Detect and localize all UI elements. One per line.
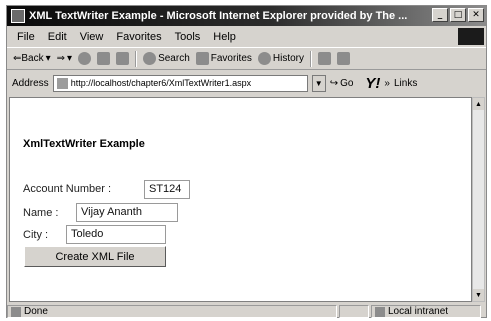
menu-help[interactable]: Help <box>213 31 236 43</box>
account-number-label: Account Number : <box>23 183 112 195</box>
go-button[interactable]: ↪ Go <box>330 78 354 89</box>
menu-favorites[interactable]: Favorites <box>116 31 161 43</box>
close-button[interactable]: ✕ <box>468 8 484 22</box>
status-text: Done <box>24 306 48 317</box>
browser-window: XML TextWriter Example - Microsoft Inter… <box>6 5 487 318</box>
go-arrow-icon: ↪ <box>329 77 339 89</box>
toolbar-separator <box>135 50 138 67</box>
menu-view[interactable]: View <box>80 31 104 43</box>
city-label: City : <box>23 229 49 241</box>
forward-button[interactable]: ⇒ ▾ <box>57 53 72 64</box>
menu-file[interactable]: File <box>17 31 35 43</box>
status-bar: Done Local intranet <box>7 304 486 319</box>
favorites-label: Favorites <box>210 53 252 64</box>
city-field[interactable]: Toledo <box>66 225 166 244</box>
address-input[interactable]: http://localhost/chapter6/XmlTextWriter1… <box>52 74 308 92</box>
search-button[interactable]: Search <box>143 52 190 65</box>
links-label[interactable]: Links <box>394 78 417 89</box>
refresh-icon[interactable] <box>97 52 111 65</box>
maximize-button[interactable]: □ <box>450 8 466 22</box>
chevron-down-icon: ▾ <box>67 53 73 64</box>
page-done-icon <box>11 306 21 317</box>
menu-bar: File Edit View Favorites Tools Help <box>7 27 486 46</box>
name-field[interactable]: Vijay Ananth <box>76 203 178 222</box>
favorites-icon <box>195 52 209 65</box>
status-zone: Local intranet <box>371 305 481 318</box>
toolbar-separator <box>310 50 313 67</box>
back-label: ⇐Back <box>13 53 44 64</box>
window-controls: _ □ ✕ <box>432 8 484 22</box>
account-number-field[interactable]: ST124 <box>144 180 190 199</box>
windows-logo-icon <box>458 28 484 45</box>
stop-icon[interactable] <box>78 52 92 65</box>
scroll-up-icon[interactable]: ▲ <box>473 98 484 110</box>
favorites-button[interactable]: Favorites <box>195 52 252 65</box>
chevron-right-icon[interactable]: » <box>384 78 390 89</box>
ie-icon <box>11 9 25 23</box>
status-left: Done <box>7 305 337 318</box>
history-label: History <box>272 53 305 64</box>
forward-arrow-icon: ⇒ <box>56 53 66 64</box>
address-dropdown-button[interactable]: ▼ <box>311 74 326 92</box>
page-content: XmlTextWriter Example Account Number : S… <box>9 97 472 302</box>
address-bar: Address http://localhost/chapter6/XmlTex… <box>7 71 486 95</box>
minimize-button[interactable]: _ <box>432 8 448 22</box>
history-icon <box>257 52 271 65</box>
menu-tools[interactable]: Tools <box>175 31 201 43</box>
create-xml-file-button[interactable]: Create XML File <box>24 246 166 267</box>
back-button[interactable]: ⇐Back ▾ <box>13 53 51 64</box>
vertical-scrollbar[interactable]: ▲ ▼ <box>472 97 485 302</box>
zone-text: Local intranet <box>388 306 449 317</box>
menu-edit[interactable]: Edit <box>48 31 67 43</box>
go-label: Go <box>340 77 354 89</box>
search-label: Search <box>158 53 190 64</box>
page-heading: XmlTextWriter Example <box>23 138 145 150</box>
name-label: Name : <box>23 207 59 219</box>
chevron-down-icon: ▾ <box>45 53 51 64</box>
scroll-down-icon[interactable]: ▼ <box>473 289 484 301</box>
print-icon[interactable] <box>337 52 351 65</box>
address-label: Address <box>12 77 49 89</box>
window-title: XML TextWriter Example - Microsoft Inter… <box>29 10 408 22</box>
title-bar: XML TextWriter Example - Microsoft Inter… <box>7 6 486 26</box>
home-icon[interactable] <box>116 52 130 65</box>
mail-icon[interactable] <box>318 52 332 65</box>
address-url: http://localhost/chapter6/XmlTextWriter1… <box>70 78 252 88</box>
history-button[interactable]: History <box>257 52 305 65</box>
status-empty-pane <box>339 305 369 318</box>
intranet-icon <box>375 306 385 317</box>
search-icon <box>143 52 157 65</box>
page-icon <box>56 77 68 89</box>
standard-toolbar: ⇐Back ▾ ⇒ ▾ Search Favorites History <box>7 47 486 70</box>
yahoo-toolbar-logo[interactable]: Y! <box>365 75 380 92</box>
